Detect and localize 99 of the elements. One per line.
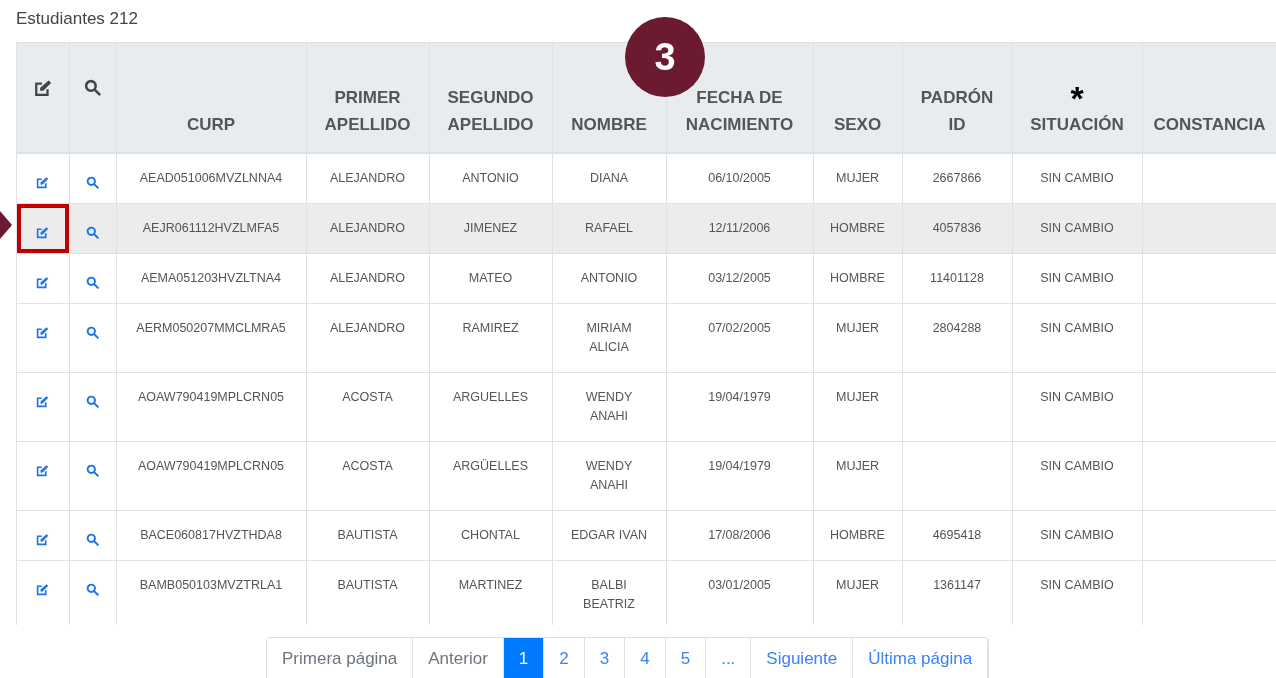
table-cell: DIANA: [552, 153, 666, 204]
table-cell: 07/02/2005: [666, 303, 813, 373]
search-icon[interactable]: [86, 176, 99, 190]
table-cell: MIRIAM ALICIA: [552, 303, 666, 373]
column-header: SEXO: [813, 43, 902, 153]
table-cell: SIN CAMBIO: [1012, 510, 1142, 561]
table-cell: 1361147: [902, 560, 1012, 625]
edit-icon[interactable]: [33, 78, 52, 97]
table-cell: 19/04/1979: [666, 441, 813, 511]
edit-icon[interactable]: [36, 464, 50, 478]
column-header: SEGUNDO APELLIDO: [429, 43, 552, 153]
table-cell: ANTONIO: [429, 153, 552, 204]
table-row[interactable]: BACE060817HVZTHDA8 BAUTISTA CHONTAL EDGAR IVAN 17/08/2006 HOMBRE 4695418 SIN CAMBIO: [17, 510, 1276, 561]
table-cell: MUJER: [813, 560, 902, 625]
pointer-arrow: [0, 211, 12, 239]
search-icon[interactable]: [86, 326, 99, 340]
search-icon[interactable]: [86, 276, 99, 290]
table-cell: 06/10/2005: [666, 153, 813, 204]
table-cell: JIMENEZ: [429, 203, 552, 254]
edit-icon[interactable]: [36, 326, 50, 340]
table-cell: HOMBRE: [813, 203, 902, 254]
table-cell: WENDY ANAHI: [552, 441, 666, 511]
table-row[interactable]: AOAW790419MPLCRN05 ACOSTA ARGUELLES WENDY ANAHI 19/04/1979 MUJER SIN CAMBIO: [17, 372, 1276, 442]
edit-icon[interactable]: [36, 276, 50, 290]
table-cell: AERM050207MMCLMRA5: [116, 303, 306, 373]
table-cell: RAMIREZ: [429, 303, 552, 373]
search-icon[interactable]: [86, 533, 99, 547]
table-cell: MATEO: [429, 253, 552, 304]
table-cell: WENDY ANAHI: [552, 372, 666, 442]
table-cell: MUJER: [813, 441, 902, 511]
column-header: CURP: [116, 43, 306, 153]
table-cell: ALEJANDRO: [306, 303, 429, 373]
column-header: CONSTANCIA: [1142, 43, 1276, 153]
table-cell: MUJER: [813, 372, 902, 442]
table-cell: 2804288: [902, 303, 1012, 373]
table-cell: ARGÜELLES: [429, 441, 552, 511]
column-header: PRIMER APELLIDO: [306, 43, 429, 153]
table-cell: SIN CAMBIO: [1012, 441, 1142, 511]
table-cell: 4057836: [902, 203, 1012, 254]
table-cell: ALEJANDRO: [306, 203, 429, 254]
column-header: PADRÓN ID: [902, 43, 1012, 153]
search-icon[interactable]: [86, 226, 99, 240]
search-icon[interactable]: [86, 583, 99, 597]
table-cell: ALEJANDRO: [306, 153, 429, 204]
table-cell: ACOSTA: [306, 372, 429, 442]
table-cell: 4695418: [902, 510, 1012, 561]
edit-icon[interactable]: [36, 226, 50, 240]
table-row[interactable]: AEJR061112HVZLMFA5 ALEJANDRO JIMENEZ RAFAEL 12/11/2006 HOMBRE 4057836 SIN CAMBIO: [17, 203, 1276, 254]
page-link[interactable]: 1: [503, 638, 545, 678]
page-heading: Estudiantes 212: [16, 8, 138, 30]
edit-icon[interactable]: [36, 583, 50, 597]
table-cell: 19/04/1979: [666, 372, 813, 442]
table-cell: BAUTISTA: [306, 510, 429, 561]
table-cell: BALBI BEATRIZ: [552, 560, 666, 625]
search-icon[interactable]: [84, 79, 101, 96]
table-cell: BACE060817HVZTHDA8: [116, 510, 306, 561]
table-cell: 2667866: [902, 153, 1012, 204]
table-cell: AEJR061112HVZLMFA5: [116, 203, 306, 254]
table-cell: 12/11/2006: [666, 203, 813, 254]
table-cell: BAUTISTA: [306, 560, 429, 625]
table-row[interactable]: BAMB050103MVZTRLA1 BAUTISTA MARTINEZ BALBI BEATRIZ 03/01/2005 MUJER 1361147 SIN CAMBIO: [17, 560, 1276, 625]
table-row[interactable]: AERM050207MMCLMRA5 ALEJANDRO RAMIREZ MIRIAM ALICIA 07/02/2005 MUJER 2804288 SIN CAMBIO: [17, 303, 1276, 373]
table-cell: ARGUELLES: [429, 372, 552, 442]
table-cell: ANTONIO: [552, 253, 666, 304]
table-cell: AEMA051203HVZLTNA4: [116, 253, 306, 304]
table-cell: 03/12/2005: [666, 253, 813, 304]
table-cell: AOAW790419MPLCRN05: [116, 372, 306, 442]
table-cell: ALEJANDRO: [306, 253, 429, 304]
edit-icon[interactable]: [36, 176, 50, 190]
table-cell: SIN CAMBIO: [1012, 253, 1142, 304]
table-cell: CHONTAL: [429, 510, 552, 561]
table-cell: ACOSTA: [306, 441, 429, 511]
table-cell: SIN CAMBIO: [1012, 303, 1142, 373]
search-icon[interactable]: [86, 464, 99, 478]
asterisk-mark: *: [1070, 85, 1084, 111]
table-cell: 17/08/2006: [666, 510, 813, 561]
search-icon[interactable]: [86, 395, 99, 409]
table-cell: SIN CAMBIO: [1012, 560, 1142, 625]
table-cell: MUJER: [813, 153, 902, 204]
table-cell: BAMB050103MVZTRLA1: [116, 560, 306, 625]
edit-icon[interactable]: [36, 533, 50, 547]
table-cell: SIN CAMBIO: [1012, 153, 1142, 204]
table-row[interactable]: AEAD051006MVZLNNA4 ALEJANDRO ANTONIO DIANA 06/10/2005 MUJER 2667866 SIN CAMBIO: [17, 153, 1276, 204]
table-cell: SIN CAMBIO: [1012, 372, 1142, 442]
table-cell: MUJER: [813, 303, 902, 373]
table-cell: HOMBRE: [813, 510, 902, 561]
table-row[interactable]: AEMA051203HVZLTNA4 ALEJANDRO MATEO ANTONIO 03/12/2005 HOMBRE 11401128 SIN CAMBIO: [17, 253, 1276, 304]
table-cell: HOMBRE: [813, 253, 902, 304]
table-cell: 03/01/2005: [666, 560, 813, 625]
table-cell: SIN CAMBIO: [1012, 203, 1142, 254]
table-cell: EDGAR IVAN: [552, 510, 666, 561]
table-cell: AEAD051006MVZLNNA4: [116, 153, 306, 204]
edit-icon[interactable]: [36, 395, 50, 409]
table-cell: RAFAEL: [552, 203, 666, 254]
table-row[interactable]: AOAW790419MPLCRN05 ACOSTA ARGÜELLES WENDY ANAHI 19/04/1979 MUJER SIN CAMBIO: [17, 441, 1276, 511]
column-header: * SITUACIÓN: [1012, 43, 1142, 153]
table-cell: MARTINEZ: [429, 560, 552, 625]
table-cell: AOAW790419MPLCRN05: [116, 441, 306, 511]
table-cell: 11401128: [902, 253, 1012, 304]
